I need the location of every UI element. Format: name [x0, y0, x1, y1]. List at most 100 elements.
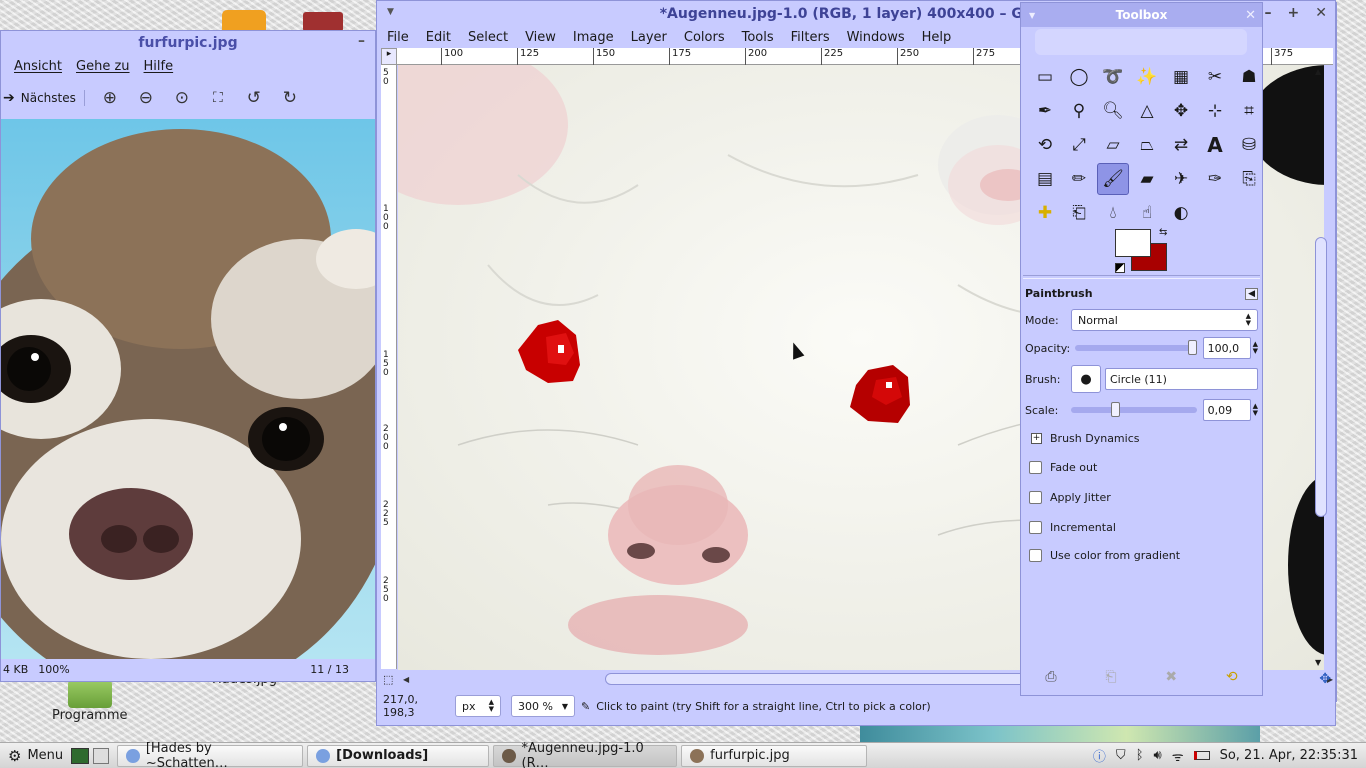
menu-view[interactable]: View: [525, 30, 556, 45]
zoom-fit-icon[interactable]: ⊙: [171, 87, 193, 109]
fullscreen-icon[interactable]: ⛶: [207, 87, 229, 109]
perspective-clone-icon[interactable]: ⎗: [1063, 197, 1095, 229]
fade-out-option[interactable]: Fade out: [1021, 452, 1262, 482]
menu-edit[interactable]: Edit: [426, 30, 451, 45]
desktop-icon-programme[interactable]: Programme: [52, 680, 128, 723]
bluetooth-icon[interactable]: ᛒ: [1136, 748, 1144, 763]
apply-jitter-checkbox[interactable]: [1029, 490, 1042, 504]
rotate-icon[interactable]: ⟲: [1029, 129, 1061, 161]
menu-gehe-zu[interactable]: Gehe zu: [76, 59, 130, 74]
battery-icon[interactable]: [1193, 751, 1210, 760]
opacity-slider-knob[interactable]: [1187, 340, 1197, 355]
measure-icon[interactable]: △: [1131, 95, 1163, 127]
flip-icon[interactable]: ⇄: [1165, 129, 1197, 161]
delete-options-icon[interactable]: ✖: [1165, 669, 1177, 685]
opacity-slider[interactable]: [1075, 340, 1197, 355]
opacity-spin[interactable]: 100,0: [1202, 337, 1251, 359]
ruler-corner-button[interactable]: ▸: [381, 48, 397, 65]
brush-preview[interactable]: ●: [1071, 365, 1101, 393]
show-desktop-icon[interactable]: [93, 747, 110, 764]
foreground-color[interactable]: [1115, 229, 1151, 257]
vertical-scrollbar[interactable]: ▲ ▼: [1315, 67, 1329, 667]
reset-options-icon[interactable]: ⟲: [1226, 669, 1238, 685]
scroll-up-icon[interactable]: ▲: [1315, 67, 1321, 76]
scroll-down-icon[interactable]: ▼: [1315, 658, 1321, 667]
mode-select[interactable]: Normal ▲ ▼: [1071, 309, 1258, 331]
minimize-icon[interactable]: –: [358, 33, 365, 49]
rotate-left-icon[interactable]: ↺: [243, 87, 265, 109]
wilber-drop-area[interactable]: [1035, 29, 1247, 55]
smudge-icon[interactable]: ☝: [1131, 197, 1163, 229]
shear-icon[interactable]: ▱: [1097, 129, 1129, 161]
ellipse-select-icon[interactable]: ◯: [1063, 61, 1095, 93]
use-gradient-checkbox[interactable]: [1029, 548, 1042, 562]
clock[interactable]: So, 21. Apr, 22:35:31: [1220, 748, 1358, 763]
ink-icon[interactable]: ✑: [1199, 163, 1231, 195]
terminal-launcher-icon[interactable]: [71, 747, 90, 764]
menu-colors[interactable]: Colors: [684, 30, 725, 45]
rotate-right-icon[interactable]: ↻: [279, 87, 301, 109]
pencil-icon[interactable]: ✏: [1063, 163, 1095, 195]
rect-select-icon[interactable]: ▭: [1029, 61, 1061, 93]
scissors-icon[interactable]: ✂: [1199, 61, 1231, 93]
close-icon[interactable]: ✕: [1315, 5, 1327, 21]
menu-file[interactable]: File: [387, 30, 409, 45]
text-icon[interactable]: A: [1199, 129, 1231, 161]
menu-hilfe[interactable]: Hilfe: [144, 59, 174, 74]
quick-mask-icon[interactable]: ⬚: [383, 673, 393, 686]
zoom-out-icon[interactable]: ⊖: [135, 87, 157, 109]
menu-select[interactable]: Select: [468, 30, 508, 45]
volume-icon[interactable]: 🔊︎: [1154, 748, 1162, 763]
close-icon[interactable]: ✕: [1245, 8, 1256, 23]
toolbox-titlebar[interactable]: ▼ Toolbox ✕: [1021, 3, 1262, 27]
use-gradient-option[interactable]: Use color from gradient: [1021, 542, 1262, 568]
gradient-icon[interactable]: ▤: [1029, 163, 1061, 195]
task-hades[interactable]: [Hades by ~Schatten…: [117, 741, 304, 768]
next-button[interactable]: ➔ Nächstes: [3, 90, 85, 106]
menu-image[interactable]: Image: [573, 30, 614, 45]
menu-ansicht[interactable]: Ansicht: [14, 59, 62, 74]
default-colors-icon[interactable]: [1115, 263, 1125, 273]
spin-arrows-icon[interactable]: ▲ ▼: [1253, 341, 1258, 355]
task-downloads[interactable]: [Downloads]: [307, 744, 490, 767]
scale-icon[interactable]: ⤢: [1063, 129, 1095, 161]
color-select-icon[interactable]: ▦: [1165, 61, 1197, 93]
heal-icon[interactable]: ✚: [1029, 197, 1061, 229]
zoom-selector[interactable]: 300 % ▼: [511, 695, 575, 717]
menu-layer[interactable]: Layer: [631, 30, 667, 45]
clone-icon[interactable]: ⎘: [1233, 163, 1265, 195]
network-icon[interactable]: ᯤ: [1172, 747, 1184, 765]
eraser-icon[interactable]: ▰: [1131, 163, 1163, 195]
paintbrush-icon[interactable]: 🖌︎: [1097, 163, 1129, 195]
bucket-fill-icon[interactable]: ⛁: [1233, 129, 1265, 161]
configure-icon[interactable]: ◀: [1245, 287, 1258, 300]
save-options-icon[interactable]: ⎙: [1045, 669, 1056, 685]
incremental-option[interactable]: Incremental: [1021, 512, 1262, 542]
spin-arrows-icon[interactable]: ▲ ▼: [1253, 403, 1258, 417]
shield-icon[interactable]: ⛉: [1116, 748, 1126, 763]
window-menu-icon[interactable]: ▼: [387, 7, 394, 17]
menu-filters[interactable]: Filters: [791, 30, 830, 45]
task-gimp[interactable]: *Augenneu.jpg-1.0 (R…: [493, 741, 678, 768]
update-icon[interactable]: ⓘ: [1093, 746, 1106, 765]
perspective-icon[interactable]: ⏢: [1131, 129, 1163, 161]
zoom-icon[interactable]: 🔍︎: [1097, 95, 1129, 127]
desktop-app-icon[interactable]: [222, 10, 266, 32]
crop-icon[interactable]: ⌗: [1233, 95, 1265, 127]
maximize-icon[interactable]: +: [1288, 5, 1300, 21]
vertical-scrollbar-thumb[interactable]: [1315, 237, 1327, 517]
scale-slider-knob[interactable]: [1111, 402, 1120, 417]
scroll-left-icon[interactable]: ◀: [403, 675, 409, 684]
foreground-select-icon[interactable]: ☗: [1233, 61, 1265, 93]
airbrush-icon[interactable]: ✈: [1165, 163, 1197, 195]
menu-tools[interactable]: Tools: [742, 30, 774, 45]
menu-windows[interactable]: Windows: [847, 30, 905, 45]
dodge-burn-icon[interactable]: ◐: [1165, 197, 1197, 229]
fade-out-checkbox[interactable]: [1029, 460, 1042, 474]
task-furfurpic[interactable]: furfurpic.jpg: [681, 744, 868, 767]
incremental-checkbox[interactable]: [1029, 520, 1042, 534]
swap-colors-icon[interactable]: ⇆: [1159, 227, 1167, 238]
viewer-titlebar[interactable]: furfurpic.jpg –: [1, 31, 375, 55]
fuzzy-select-icon[interactable]: ✨: [1131, 61, 1163, 93]
scale-spin[interactable]: 0,09: [1202, 399, 1251, 421]
